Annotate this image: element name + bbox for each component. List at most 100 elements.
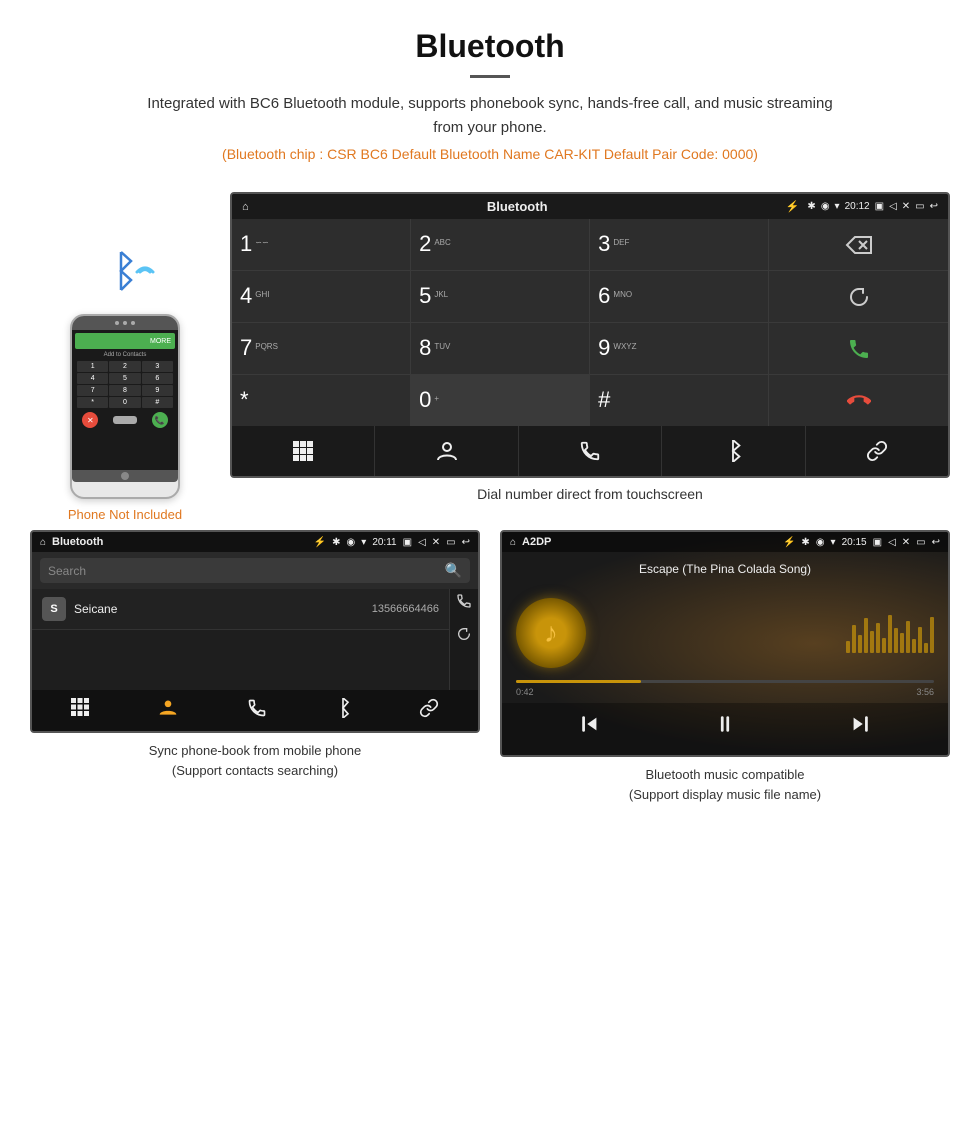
key-8[interactable]: 8TUV [411,323,590,374]
specs-line: (Bluetooth chip : CSR BC6 Default Blueto… [20,146,960,162]
key-1[interactable]: 1∽∽ [232,219,411,270]
call-green-key[interactable] [769,323,948,375]
refresh-key[interactable] [769,271,948,323]
key-0[interactable]: 0+ [411,375,590,426]
pb-link-icon [419,698,439,718]
status-bar-large: ⌂ Bluetooth ⚡ ✱ ◉ ▾ 20:12 ▣ ◁ ✕ ▭ ↩ [232,194,948,219]
key-7[interactable]: 7PQRS [232,323,411,374]
dialpad-action-btn[interactable] [232,426,375,476]
person-icon [436,440,458,462]
music-album-art: ♪ [516,598,586,668]
skip-back-icon [579,713,601,735]
eq-bar-13 [918,627,922,653]
bt-action-btn[interactable] [662,426,805,476]
back-icon[interactable]: ↩ [930,201,938,212]
eq-bar-3 [858,635,862,653]
pb-call-icon [456,593,472,609]
prev-track-btn[interactable] [579,713,601,741]
key-2[interactable]: 2ABC [411,219,590,270]
music-usb-icon: ⚡ [783,537,795,548]
pb-bt-btn[interactable] [336,698,350,723]
music-screen-title: A2DP [522,536,777,548]
dialpad-keys: 1∽∽ 2ABC 3DEF 4GHI [232,219,768,426]
dialpad-side [768,219,948,426]
link-action-btn[interactable] [806,426,948,476]
pb-right-phone-icon[interactable] [456,593,472,614]
main-content: MORE Add to Contacts 1 2 3 4 5 6 7 8 9 [0,192,980,804]
music-controls [502,703,948,755]
link-icon [866,440,888,462]
pb-search-box[interactable]: Search 🔍 [40,558,470,583]
key-hash[interactable]: # [590,375,768,426]
eq-bar-7 [882,638,886,653]
pb-contact-row[interactable]: S Seicane 13566664466 [32,589,449,630]
music-time: 20:15 [842,537,867,548]
music-back-icon[interactable]: ↩ [932,537,940,548]
dialpad-row-3: 7PQRS 8TUV 9WXYZ [232,323,768,375]
pb-grid-icon [71,698,89,716]
phone-action-btn[interactable] [519,426,662,476]
key-3[interactable]: 3DEF [590,219,768,270]
eq-bar-4 [864,618,868,653]
music-screen-wrap: ⌂ A2DP ⚡ ✱ ◉ ▾ 20:15 ▣ ◁ ✕ ▭ ↩ Escape (T… [500,530,950,804]
close-x-icon[interactable]: ✕ [902,201,910,212]
pb-action-row [32,690,478,731]
page-title: Bluetooth [20,28,960,65]
next-track-btn[interactable] [849,713,871,741]
pb-person-icon [158,698,178,718]
pb-link-btn[interactable] [419,698,439,723]
pb-phone-btn[interactable] [247,698,267,723]
key-star[interactable]: * [232,375,411,426]
music-bt-icon: ✱ [801,537,809,548]
grid-icon [292,440,314,462]
pb-screen-title: Bluetooth [52,536,308,548]
delete-key[interactable] [769,219,948,271]
pb-search-row: Search 🔍 [32,552,478,589]
key-9[interactable]: 9WXYZ [590,323,768,374]
music-home-icon[interactable]: ⌂ [510,537,516,548]
play-pause-btn[interactable] [714,713,736,741]
pb-home-icon[interactable]: ⌂ [40,537,46,548]
usb-icon: ⚡ [786,200,800,213]
key-4[interactable]: 4GHI [232,271,411,322]
phone-screen: MORE Add to Contacts 1 2 3 4 5 6 7 8 9 [72,330,178,470]
screen-title-large: Bluetooth [257,199,778,214]
location-icon: ◉ [821,201,830,212]
eq-bar-10 [900,633,904,653]
music-song-title: Escape (The Pina Colada Song) [502,552,948,580]
eq-bar-6 [876,623,880,653]
page-description: Integrated with BC6 Bluetooth module, su… [140,92,840,140]
pb-status-bar: ⌂ Bluetooth ⚡ ✱ ◉ ▾ 20:11 ▣ ◁ ✕ ▭ ↩ [32,532,478,552]
music-progress-area: 0:423:56 [502,680,948,703]
music-eq-bars [600,613,934,653]
pb-back-icon[interactable]: ↩ [462,537,470,548]
pb-time: 20:11 [372,537,396,548]
eq-bar-11 [906,621,910,653]
pb-usb-icon: ⚡ [314,537,326,548]
large-screen-caption: Dial number direct from touchscreen [230,486,950,502]
call-red-key[interactable] [769,375,948,426]
phone-top-bar [72,316,178,330]
refresh-icon [847,285,871,309]
pb-contact-avatar: S [42,597,66,621]
music-close-icon[interactable]: ✕ [902,537,910,548]
music-note-icon: ♪ [544,617,558,649]
contacts-action-btn[interactable] [375,426,518,476]
pb-vol-icon: ◁ [418,537,426,548]
home-icon[interactable]: ⌂ [242,201,249,213]
pb-search-placeholder: Search [48,564,445,578]
pb-contacts-btn[interactable] [158,698,178,723]
key-6[interactable]: 6MNO [590,271,768,322]
eq-bar-1 [846,641,850,653]
music-cam-icon: ▣ [873,537,882,548]
pb-search-icon: 🔍 [445,562,462,579]
bt-status-icon: ✱ [807,201,815,212]
pb-right-refresh-icon[interactable] [456,626,472,647]
music-location-icon: ◉ [816,537,825,548]
music-vol-icon: ◁ [888,537,896,548]
bluetooth-waves-icon [85,242,165,302]
pb-close-icon[interactable]: ✕ [432,537,440,548]
dialpad-row-2: 4GHI 5JKL 6MNO [232,271,768,323]
pb-grid-btn[interactable] [71,698,89,723]
key-5[interactable]: 5JKL [411,271,590,322]
